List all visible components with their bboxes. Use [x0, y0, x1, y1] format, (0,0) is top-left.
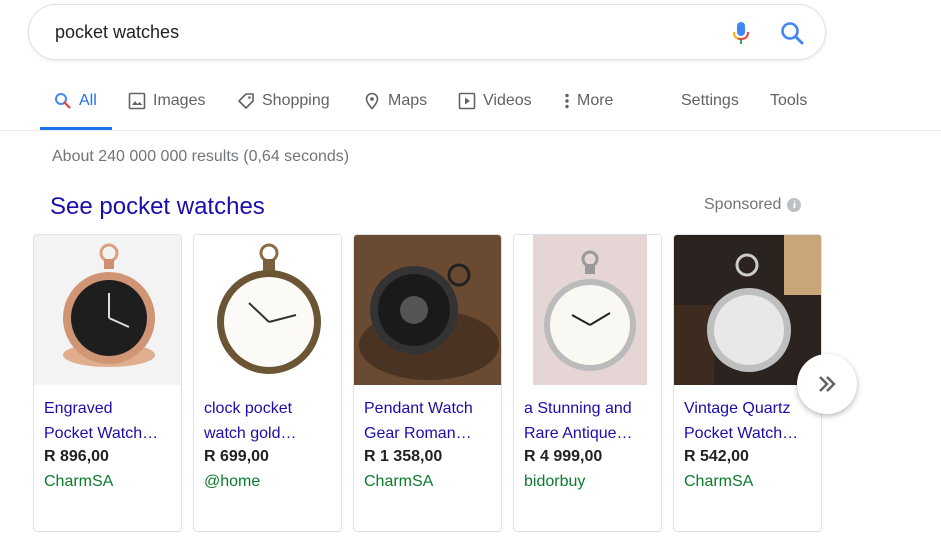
mic-icon[interactable] — [729, 19, 753, 47]
tabs-divider — [0, 130, 941, 131]
tab-label: More — [577, 92, 614, 109]
tab-label: Videos — [483, 92, 532, 109]
video-icon — [458, 92, 476, 110]
info-icon[interactable]: i — [787, 198, 802, 212]
product-merchant: @home — [204, 473, 261, 490]
product-card[interactable]: Engraved Pocket Watch… R 896,00 CharmSA — [33, 234, 182, 532]
result-stats: About 240 000 000 results (0,64 seconds) — [52, 148, 350, 165]
tab-label: Maps — [388, 92, 428, 109]
product-image — [34, 235, 181, 385]
product-merchant: CharmSA — [364, 473, 434, 490]
product-merchant: CharmSA — [44, 473, 114, 490]
product-price: R 896,00 — [44, 448, 109, 465]
product-price: R 699,00 — [204, 448, 269, 465]
map-pin-icon — [365, 92, 379, 110]
search-input[interactable]: pocket watches — [55, 22, 179, 43]
tag-icon — [238, 93, 254, 109]
product-title[interactable]: Engraved Pocket Watch… — [44, 396, 176, 446]
tab-label: Shopping — [262, 92, 330, 109]
settings-link[interactable]: Settings — [681, 82, 739, 130]
tab-shopping[interactable]: Shopping — [237, 82, 330, 130]
search-icon — [55, 93, 71, 109]
product-image — [194, 235, 341, 385]
tools-link[interactable]: Tools — [770, 82, 807, 130]
product-price: R 542,00 — [684, 448, 749, 465]
tab-videos[interactable]: Videos — [458, 82, 532, 130]
shopping-section-title[interactable]: See pocket watches — [50, 193, 265, 221]
tab-maps[interactable]: Maps — [363, 82, 427, 130]
tools-label: Tools — [770, 92, 808, 109]
search-icon[interactable] — [779, 19, 805, 47]
product-card[interactable]: clock pocket watch gold… R 699,00 @home — [193, 234, 342, 532]
product-merchant: bidorbuy — [524, 473, 586, 490]
tab-label: All — [79, 92, 97, 109]
tab-all[interactable]: All — [40, 82, 112, 130]
product-title[interactable]: a Stunning and Rare Antique… — [524, 396, 656, 446]
product-price: R 4 999,00 — [524, 448, 603, 465]
double-chevron-right-icon — [819, 376, 836, 392]
product-card[interactable]: Pendant Watch Gear Roman… R 1 358,00 Cha… — [353, 234, 502, 532]
tab-more[interactable]: More — [563, 82, 613, 130]
tab-label: Images — [153, 92, 206, 109]
sponsored-text: Sponsored — [704, 196, 782, 213]
settings-label: Settings — [681, 92, 739, 109]
product-merchant: CharmSA — [684, 473, 754, 490]
product-title[interactable]: Pendant Watch Gear Roman… — [364, 396, 496, 446]
search-box[interactable]: pocket watches — [28, 4, 826, 60]
product-card[interactable]: a Stunning and Rare Antique… R 4 999,00 … — [513, 234, 662, 532]
product-image — [514, 235, 661, 385]
product-title[interactable]: clock pocket watch gold… — [204, 396, 336, 446]
product-image — [354, 235, 501, 385]
product-title[interactable]: Vintage Quartz Pocket Watch… — [684, 396, 816, 446]
sponsored-label: Sponsored i — [704, 196, 802, 214]
product-price: R 1 358,00 — [364, 448, 443, 465]
carousel-next-button[interactable] — [797, 354, 857, 414]
product-image — [674, 235, 821, 385]
image-icon — [128, 92, 146, 110]
more-vert-icon — [565, 93, 569, 109]
tab-images[interactable]: Images — [128, 82, 205, 130]
